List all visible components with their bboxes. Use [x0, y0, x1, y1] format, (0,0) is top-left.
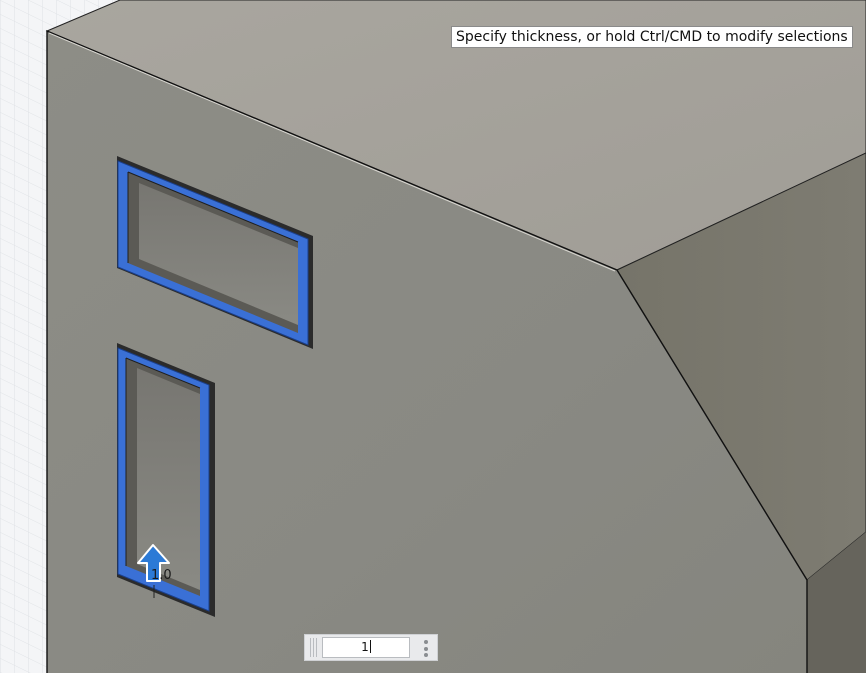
vertical-ellipsis-icon[interactable] [424, 640, 428, 657]
thickness-input[interactable]: 1 [322, 637, 410, 658]
command-tooltip: Specify thickness, or hold Ctrl/CMD to m… [451, 26, 853, 48]
text-caret [369, 640, 371, 653]
canvas-3d-viewport[interactable] [0, 0, 866, 673]
drag-handle-icon[interactable] [310, 638, 318, 657]
thickness-value: 1 [361, 640, 369, 654]
manipulator-value-label: 1.0 [151, 568, 172, 583]
dimension-input-box: 1 [304, 634, 438, 661]
